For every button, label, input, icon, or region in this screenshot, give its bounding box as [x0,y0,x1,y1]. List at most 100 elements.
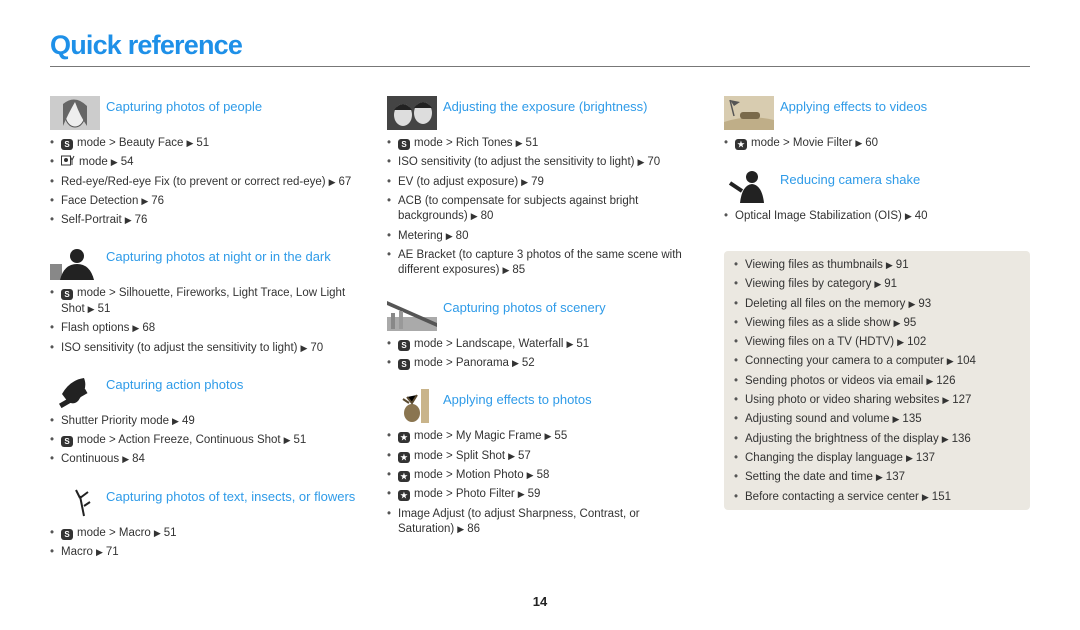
list-item[interactable]: Smode > Landscape, Waterfall▶51 [387,337,697,353]
page-reference[interactable]: 51 [164,527,177,539]
page-reference[interactable]: 86 [467,523,480,535]
list-item[interactable]: Setting the date and time▶137 [734,470,1030,486]
list-item[interactable]: ISO sensitivity (to adjust the sensitivi… [50,341,360,357]
list-item[interactable]: Viewing files on a TV (HDTV)▶102 [734,335,1030,351]
list-item[interactable]: ★ mode > Photo Filter▶59 [387,487,697,503]
list-item[interactable]: Viewing files as thumbnails▶91 [734,258,1030,274]
list-item[interactable]: Optical Image Stabilization (OIS)▶40 [724,209,1030,225]
list-item[interactable]: ★ mode > My Magic Frame▶55 [387,429,697,445]
section-title[interactable]: Applying effects to photos [443,389,592,408]
section-title[interactable]: Applying effects to videos [780,96,927,115]
page-reference[interactable]: 136 [952,433,971,445]
list-item[interactable]: ACB (to compensate for subjects against … [387,194,697,225]
list-item[interactable]: Macro▶71 [50,545,360,561]
list-item[interactable]: Viewing files as a slide show▶95 [734,316,1030,332]
list-item[interactable]: mode▶54 [50,155,360,171]
couple-photo-icon [387,96,437,130]
page-reference[interactable]: 76 [135,214,148,226]
page-reference[interactable]: 91 [884,278,897,290]
page-reference[interactable]: 54 [121,156,134,168]
item-text: Viewing files by category [745,278,872,291]
page-reference[interactable]: 70 [647,156,660,168]
section-title[interactable]: Capturing photos of scenery [443,297,606,316]
page-reference[interactable]: 126 [936,375,955,387]
page-reference[interactable]: 58 [537,469,550,481]
page-reference[interactable]: 67 [339,176,352,188]
list-item[interactable]: Using photo or video sharing websites▶12… [734,393,1030,409]
page-arrow-icon: ▶ [110,157,118,168]
page-arrow-icon: ▶ [283,435,291,446]
section-title[interactable]: Capturing photos at night or in the dark [106,246,331,265]
list-item[interactable]: Changing the display language▶137 [734,451,1030,467]
page-reference[interactable]: 51 [525,137,538,149]
section-title[interactable]: Reducing camera shake [780,169,920,188]
smart-mode-icon: S [61,528,73,540]
list-item[interactable]: Face Detection▶76 [50,194,360,210]
page-reference[interactable]: 49 [182,415,195,427]
page-reference[interactable]: 151 [932,491,951,503]
page-reference[interactable]: 68 [142,322,155,334]
list-item[interactable]: ★ mode > Movie Filter▶60 [724,136,1030,152]
page-reference[interactable]: 80 [481,210,494,222]
page-reference[interactable]: 71 [106,546,119,558]
section-title[interactable]: Capturing photos of people [106,96,262,115]
list-item[interactable]: Smode > Panorama▶52 [387,356,697,372]
page-reference[interactable]: 137 [916,452,935,464]
list-item[interactable]: Shutter Priority mode▶49 [50,414,360,430]
section-title[interactable]: Adjusting the exposure (brightness) [443,96,648,115]
list-item[interactable]: Image Adjust (to adjust Sharpness, Contr… [387,507,697,538]
page-reference[interactable]: 102 [907,336,926,348]
list-item[interactable]: Continuous▶84 [50,452,360,468]
page-reference[interactable]: 40 [915,210,928,222]
page-reference[interactable]: 57 [518,450,531,462]
list-item[interactable]: ★ mode > Motion Photo▶58 [387,468,697,484]
list-item[interactable]: Adjusting the brightness of the display▶… [734,432,1030,448]
list-item[interactable]: Self-Portrait▶76 [50,213,360,229]
item-text: Continuous [61,453,120,466]
page-reference[interactable]: 104 [957,355,976,367]
list-item[interactable]: Smode > Action Freeze, Continuous Shot▶5… [50,433,360,449]
page-reference[interactable]: 51 [196,137,209,149]
page-reference[interactable]: 95 [903,317,916,329]
page-reference[interactable]: 135 [902,413,921,425]
list-item[interactable]: Smode > Silhouette, Fireworks, Light Tra… [50,286,360,317]
page-reference[interactable]: 91 [896,259,909,271]
page-reference[interactable]: 60 [865,137,878,149]
list-item[interactable]: Adjusting sound and volume▶135 [734,412,1030,428]
list-item[interactable]: Connecting your camera to a computer▶104 [734,354,1030,370]
page-reference[interactable]: 52 [522,357,535,369]
list-item[interactable]: Before contacting a service center▶151 [734,490,1030,506]
list-item[interactable]: Metering▶80 [387,229,697,245]
page-reference[interactable]: 55 [554,430,567,442]
page-reference[interactable]: 70 [310,342,323,354]
list-item[interactable]: Flash options▶68 [50,321,360,337]
page-reference[interactable]: 80 [456,230,469,242]
page-reference[interactable]: 51 [98,303,111,315]
page-reference[interactable]: 59 [528,488,541,500]
page-reference[interactable]: 51 [294,434,307,446]
page-reference[interactable]: 51 [576,338,589,350]
vase-photo-icon [387,389,437,424]
list-item[interactable]: AE Bracket (to capture 3 photos of the s… [387,248,697,279]
page-reference[interactable]: 127 [952,394,971,406]
page-reference[interactable]: 85 [512,264,525,276]
list-item[interactable]: EV (to adjust exposure)▶79 [387,175,697,191]
section-title[interactable]: Capturing photos of text, insects, or fl… [106,486,355,505]
page-reference[interactable]: 84 [132,453,145,465]
section-title[interactable]: Capturing action photos [106,374,243,393]
section-list: ★mode > My Magic Frame▶55 ★mode > Split S… [387,429,697,537]
page-reference[interactable]: 76 [151,195,164,207]
item-text: Red-eye/Red-eye Fix (to prevent or corre… [61,175,326,188]
page-reference[interactable]: 79 [531,176,544,188]
list-item[interactable]: ISO sensitivity (to adjust the sensitivi… [387,155,697,171]
list-item[interactable]: ★ mode > Split Shot▶57 [387,449,697,465]
page-reference[interactable]: 137 [886,471,905,483]
list-item[interactable]: Deleting all files on the memory▶93 [734,297,1030,313]
page-reference[interactable]: 93 [918,298,931,310]
list-item[interactable]: Sending photos or videos via email▶126 [734,374,1030,390]
list-item[interactable]: Smode > Beauty Face▶51 [50,136,360,152]
list-item[interactable]: Smode > Macro▶51 [50,526,360,542]
list-item[interactable]: Smode > Rich Tones▶51 [387,136,697,152]
list-item[interactable]: Viewing files by category▶91 [734,277,1030,293]
list-item[interactable]: Red-eye/Red-eye Fix (to prevent or corre… [50,175,360,191]
